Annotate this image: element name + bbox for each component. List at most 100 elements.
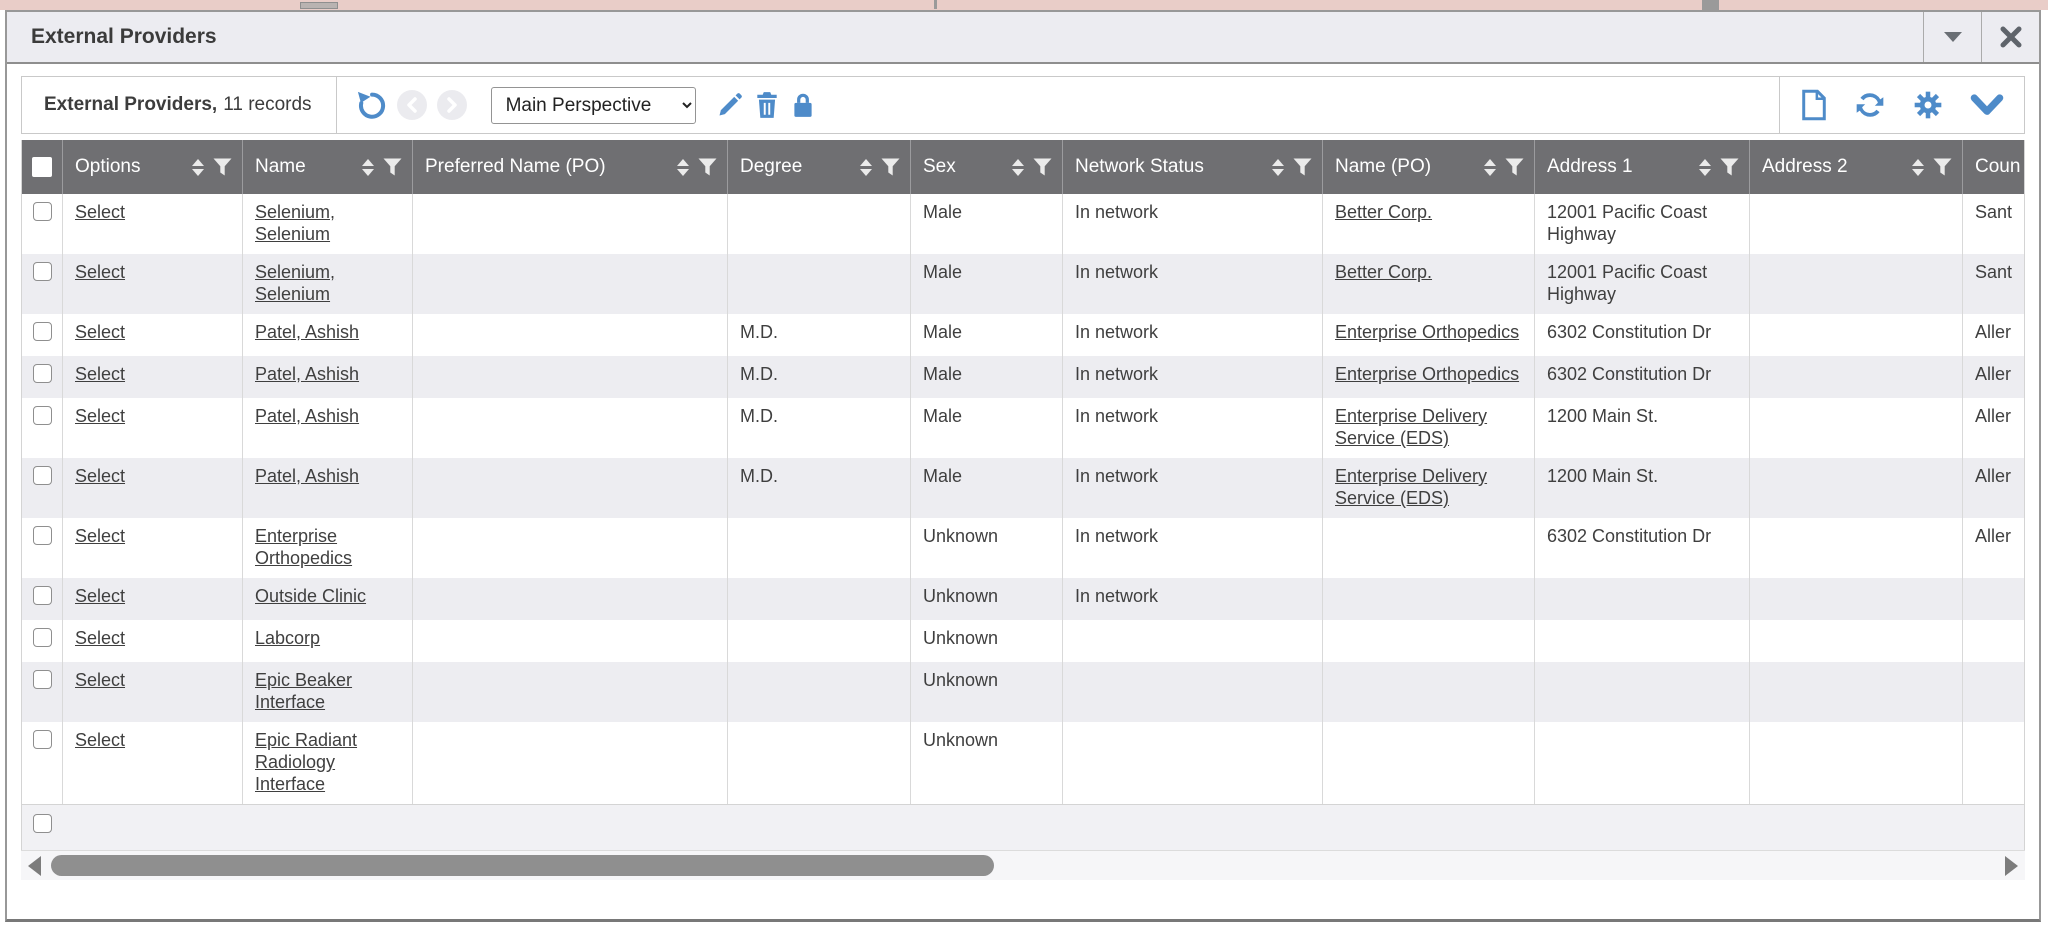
window-close-button[interactable] [1981, 12, 2039, 62]
sort-icon[interactable] [1272, 159, 1284, 176]
select-link[interactable]: Select [75, 406, 125, 426]
filter-icon[interactable] [1720, 158, 1739, 176]
new-record-button[interactable] [1800, 89, 1828, 121]
select-link[interactable]: Select [75, 586, 125, 606]
sort-icon[interactable] [1699, 159, 1711, 176]
column-header-address2[interactable]: Address 2 [1749, 140, 1962, 194]
name-link[interactable]: Epic Radiant Radiology Interface [255, 730, 357, 794]
scroll-left-arrow-icon[interactable] [28, 856, 41, 876]
name_po-link[interactable]: Enterprise Orthopedics [1335, 322, 1519, 342]
filter-icon[interactable] [1933, 158, 1952, 176]
undo-button[interactable] [355, 89, 387, 121]
select-link[interactable]: Select [75, 526, 125, 546]
name_po-link[interactable]: Enterprise Delivery Service (EDS) [1335, 466, 1487, 508]
name-link[interactable]: Outside Clinic [255, 586, 366, 606]
name-link[interactable]: Enterprise Orthopedics [255, 526, 352, 568]
row-checkbox[interactable] [33, 364, 52, 383]
perspective-select[interactable]: Main Perspective [491, 87, 696, 124]
sort-icon[interactable] [1912, 159, 1924, 176]
sort-icon[interactable] [192, 159, 204, 176]
row-checkbox[interactable] [33, 670, 52, 689]
filter-icon[interactable] [383, 158, 402, 176]
select-link[interactable]: Select [75, 730, 125, 750]
name_po-link[interactable]: Enterprise Orthopedics [1335, 364, 1519, 384]
settings-button[interactable] [1912, 89, 1944, 121]
filter-icon[interactable] [881, 158, 900, 176]
name-link[interactable]: Patel, Ashish [255, 322, 359, 342]
row-checkbox[interactable] [33, 526, 52, 545]
cell-sex: Male [910, 458, 1062, 518]
cell-county [1962, 620, 2025, 662]
more-options-button[interactable] [1970, 92, 2004, 118]
row-checkbox[interactable] [33, 202, 52, 221]
name_po-link[interactable]: Enterprise Delivery Service (EDS) [1335, 406, 1487, 448]
row-checkbox[interactable] [33, 730, 52, 749]
column-header-sex[interactable]: Sex [910, 140, 1062, 194]
filter-icon[interactable] [698, 158, 717, 176]
select-link[interactable]: Select [75, 628, 125, 648]
cell-name: Selenium, Selenium [242, 254, 412, 314]
select-all-checkbox[interactable] [32, 157, 52, 177]
column-header-network_status[interactable]: Network Status [1062, 140, 1322, 194]
column-header-tools [192, 158, 232, 176]
row-checkbox[interactable] [33, 406, 52, 425]
row-checkbox[interactable] [33, 628, 52, 647]
row-checkbox[interactable] [33, 586, 52, 605]
edit-perspective-button[interactable] [716, 91, 744, 119]
select-link[interactable]: Select [75, 322, 125, 342]
footer-checkbox[interactable] [33, 814, 52, 833]
table-row: Select Patel, Ashish M.D. Male In networ… [22, 356, 2025, 398]
scrollbar-track[interactable] [41, 851, 2005, 880]
sort-icon[interactable] [362, 159, 374, 176]
previous-button[interactable] [397, 90, 427, 120]
refresh-button[interactable] [1854, 89, 1886, 121]
select-link[interactable]: Select [75, 364, 125, 384]
column-header-address1[interactable]: Address 1 [1534, 140, 1749, 194]
name_po-link[interactable]: Better Corp. [1335, 202, 1432, 222]
name-link[interactable]: Labcorp [255, 628, 320, 648]
name-link[interactable]: Selenium, Selenium [255, 262, 335, 304]
next-button[interactable] [437, 90, 467, 120]
cell-county: Sant [1962, 194, 2025, 254]
select-link[interactable]: Select [75, 670, 125, 690]
column-header-county[interactable]: Coun [1962, 140, 2025, 194]
cell-preferred_name [412, 518, 727, 578]
cell-degree [727, 194, 910, 254]
name-link[interactable]: Patel, Ashish [255, 406, 359, 426]
name-link[interactable]: Patel, Ashish [255, 364, 359, 384]
column-header-options[interactable]: Options [62, 140, 242, 194]
filter-icon[interactable] [1033, 158, 1052, 176]
lock-perspective-button[interactable] [790, 91, 816, 119]
row-checkbox[interactable] [33, 466, 52, 485]
name-link[interactable]: Patel, Ashish [255, 466, 359, 486]
scroll-right-arrow-icon[interactable] [2005, 856, 2018, 876]
delete-perspective-button[interactable] [754, 91, 780, 119]
filter-icon[interactable] [1505, 158, 1524, 176]
select-link[interactable]: Select [75, 202, 125, 222]
name-link[interactable]: Selenium, Selenium [255, 202, 335, 244]
filter-icon[interactable] [1293, 158, 1312, 176]
row-checkbox-cell [22, 578, 62, 620]
column-header-tools [860, 158, 900, 176]
cell-address1 [1534, 578, 1749, 620]
sort-icon[interactable] [860, 159, 872, 176]
select-link[interactable]: Select [75, 262, 125, 282]
column-header-preferred_name[interactable]: Preferred Name (PO) [412, 140, 727, 194]
select-link[interactable]: Select [75, 466, 125, 486]
row-checkbox-cell [22, 398, 62, 458]
name-link[interactable]: Epic Beaker Interface [255, 670, 352, 712]
scrollbar-thumb[interactable] [51, 855, 994, 876]
sort-icon[interactable] [1012, 159, 1024, 176]
column-header-degree[interactable]: Degree [727, 140, 910, 194]
window-collapse-button[interactable] [1923, 12, 1981, 62]
cell-network_status [1062, 722, 1322, 804]
row-checkbox[interactable] [33, 322, 52, 341]
filter-icon[interactable] [213, 158, 232, 176]
name_po-link[interactable]: Better Corp. [1335, 262, 1432, 282]
row-checkbox[interactable] [33, 262, 52, 281]
background-page-strip [0, 0, 2048, 10]
sort-icon[interactable] [677, 159, 689, 176]
column-header-name_po[interactable]: Name (PO) [1322, 140, 1534, 194]
sort-icon[interactable] [1484, 159, 1496, 176]
column-header-name[interactable]: Name [242, 140, 412, 194]
